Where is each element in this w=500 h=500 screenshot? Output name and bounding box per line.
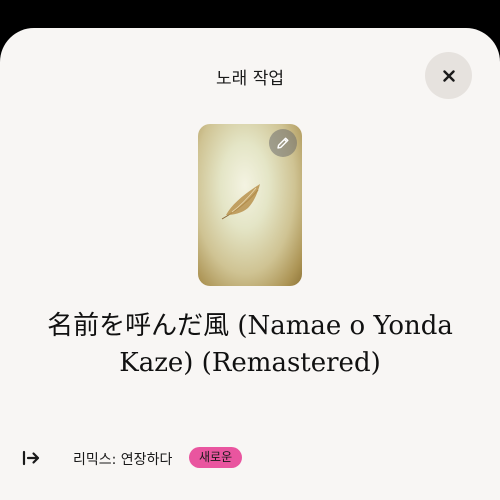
- close-icon: [442, 69, 455, 82]
- action-row-remix-extend[interactable]: 리믹스: 연장하다 새로운: [0, 440, 500, 476]
- new-badge: 새로운: [189, 447, 243, 468]
- song-title: 名前を呼んだ風 (Namae o Yonda Kaze) (Remastered…: [47, 311, 453, 378]
- song-actions-sheet: 노래 작업 名前を呼んだ風 (Namae o Yonda Kaze) (Rema…: [0, 28, 500, 500]
- arrow-to-right-icon: [22, 450, 40, 466]
- action-label: 리믹스: 연장하다: [73, 452, 173, 468]
- close-button[interactable]: [425, 52, 472, 99]
- edit-artwork-button[interactable]: [269, 129, 297, 157]
- song-artwork: [198, 124, 302, 286]
- feather-icon: [221, 184, 260, 220]
- pencil-icon: [277, 137, 289, 149]
